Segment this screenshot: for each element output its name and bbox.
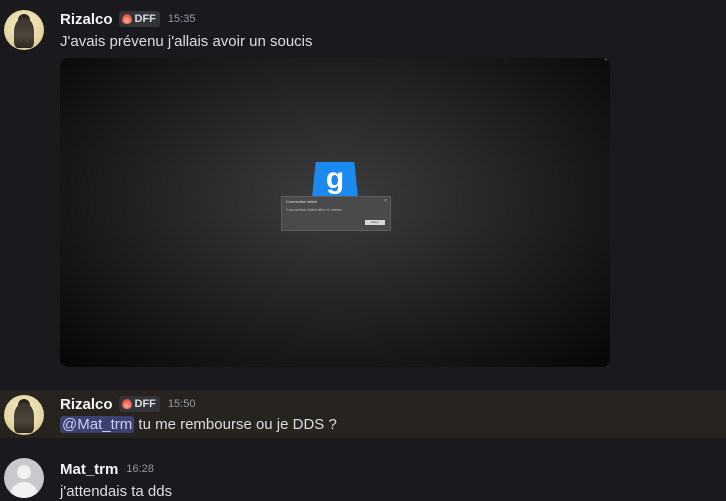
message-header: Rizalco DFF 15:35 — [60, 10, 195, 28]
role-tag[interactable]: DFF — [118, 396, 160, 412]
avatar-default-head — [17, 465, 31, 479]
flame-icon — [121, 14, 132, 24]
dialog-message: Connection failed after 6 retries — [286, 207, 342, 212]
message-text: @Mat_trm tu me rembourse ou je DDS ? — [60, 416, 337, 433]
timestamp[interactable]: 15:35 — [168, 13, 196, 25]
avatar[interactable] — [4, 458, 44, 498]
message-3: Mat_trm 16:28 j'attendais ta dds — [0, 452, 726, 501]
dialog-button: Retry — [365, 220, 385, 225]
avatar[interactable] — [4, 10, 44, 50]
flame-icon — [121, 399, 132, 409]
message-text-body: tu me rembourse ou je DDS ? — [134, 416, 337, 433]
avatar[interactable] — [4, 395, 44, 435]
logo-letter: g — [325, 162, 345, 195]
username[interactable]: Rizalco — [60, 11, 113, 28]
message-text: j'attendais ta dds — [60, 483, 173, 500]
role-tag[interactable]: DFF — [118, 11, 160, 27]
image-attachment[interactable]: g Connection failed × Connection failed … — [60, 58, 610, 367]
error-dialog: Connection failed × Connection failed af… — [281, 196, 391, 231]
username[interactable]: Mat_trm — [60, 461, 118, 478]
avatar-figure-body — [14, 18, 34, 48]
message-text: J'avais prévenu j'allais avoir un soucis — [60, 33, 313, 50]
timestamp[interactable]: 15:50 — [168, 398, 196, 410]
message-1: Rizalco DFF 15:35 J'avais prévenu j'alla… — [0, 0, 726, 380]
timestamp[interactable]: 16:28 — [126, 463, 154, 475]
garrys-mod-logo-icon: g — [312, 162, 358, 198]
avatar-default-body — [10, 482, 38, 498]
user-mention[interactable]: @Mat_trm — [60, 416, 135, 433]
role-tag-label: DFF — [134, 398, 156, 410]
avatar-figure-body — [14, 403, 34, 433]
message-2: Rizalco DFF 15:50 @Mat_trm tu me rembour… — [0, 390, 726, 438]
close-icon: × — [384, 198, 387, 204]
username[interactable]: Rizalco — [60, 396, 113, 413]
message-header: Rizalco DFF 15:50 — [60, 395, 195, 413]
dialog-title: Connection failed — [286, 199, 317, 204]
corner-pixel — [605, 58, 608, 60]
role-tag-label: DFF — [134, 13, 156, 25]
message-header: Mat_trm 16:28 — [60, 460, 154, 478]
